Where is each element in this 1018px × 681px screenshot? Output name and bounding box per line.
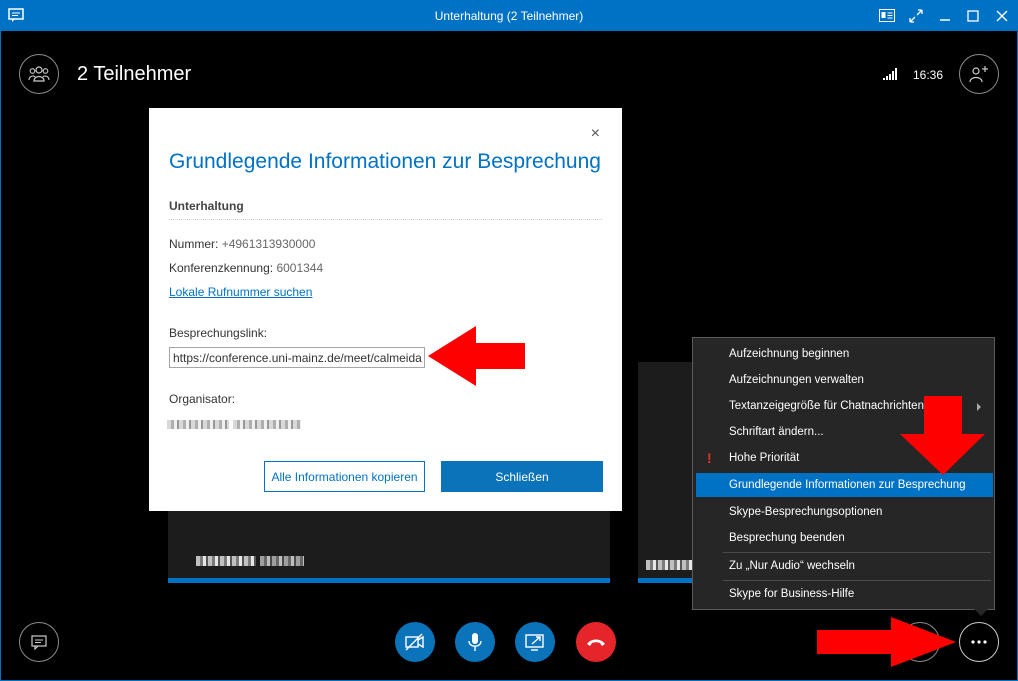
menu-separator: [723, 552, 991, 553]
video-tile-participant-2[interactable]: [638, 362, 694, 583]
menu-item-label: Schriftart ändern...: [729, 426, 824, 438]
menu-item-label: Skype-Besprechungsoptionen: [729, 506, 883, 518]
phone-number-value: +4961313930000: [221, 237, 316, 251]
minimize-button[interactable]: [930, 0, 960, 31]
contact-card-button[interactable]: [872, 0, 902, 31]
meeting-link-field[interactable]: https://conference.uni-mainz.de/meet/cal…: [169, 347, 425, 368]
add-people-icon: [969, 66, 988, 83]
blurred-name-2: [260, 556, 304, 566]
hang-up-icon: [587, 639, 605, 646]
phone-number-row: Nummer: +4961313930000: [169, 237, 315, 251]
conference-id-label: Konferenzkennung:: [169, 261, 274, 275]
maximize-icon: [967, 9, 979, 22]
menu-item-audio-only[interactable]: Zu „Nur Audio“ wechseln: [694, 554, 993, 578]
menu-item-start-recording[interactable]: Aufzeichnung beginnen: [694, 342, 993, 366]
window-title: Unterhaltung (2 Teilnehmer): [434, 9, 584, 23]
microphone-button[interactable]: [455, 622, 495, 662]
copy-all-info-button[interactable]: Alle Informationen kopieren: [264, 461, 425, 492]
participants-button[interactable]: [19, 54, 59, 94]
close-window-button[interactable]: [987, 0, 1017, 31]
blurred-organizer-name-2: [233, 420, 301, 429]
signal-strength-icon: [883, 68, 897, 80]
add-participants-button[interactable]: [959, 54, 999, 94]
ellipsis-icon: [971, 640, 987, 644]
blurred-name: [196, 556, 256, 566]
close-icon: [996, 10, 1008, 21]
red-arrow-down-icon: [900, 396, 985, 475]
menu-item-meeting-info[interactable]: Grundlegende Informationen zur Besprechu…: [696, 473, 993, 497]
participants-icon: [28, 66, 50, 82]
meeting-time: 16:36: [913, 68, 944, 82]
more-options-button[interactable]: [959, 622, 999, 662]
menu-separator: [723, 580, 991, 581]
menu-item-label: Besprechung beenden: [729, 532, 845, 544]
video-off-icon: [405, 633, 424, 651]
chat-button[interactable]: [19, 622, 59, 662]
meeting-info-dialog: × Grundlegende Informationen zur Besprec…: [149, 108, 622, 511]
menu-item-help[interactable]: Skype for Business-Hilfe: [694, 582, 993, 606]
menu-item-label: Aufzeichnungen verwalten: [729, 374, 864, 386]
share-screen-button[interactable]: [515, 622, 555, 662]
microphone-icon: [468, 633, 482, 651]
contact-card-icon: [879, 9, 895, 22]
menu-item-meeting-options[interactable]: Skype-Besprechungsoptionen: [694, 500, 993, 524]
section-title: Unterhaltung: [169, 199, 244, 213]
menu-item-label: Zu „Nur Audio“ wechseln: [729, 560, 855, 572]
title-bar: Unterhaltung (2 Teilnehmer): [0, 0, 1018, 31]
conference-id-row: Konferenzkennung: 6001344: [169, 261, 323, 275]
blurred-organizer-name: [167, 420, 229, 429]
exclamation-icon: !: [707, 450, 712, 466]
red-arrow-left-icon: [428, 326, 525, 386]
local-number-link[interactable]: Lokale Rufnummer suchen: [169, 285, 312, 299]
menu-item-end-meeting[interactable]: Besprechung beenden: [694, 526, 993, 550]
menu-pointer: [974, 609, 988, 616]
menu-item-manage-recordings[interactable]: Aufzeichnungen verwalten: [694, 368, 993, 392]
expand-icon: [909, 8, 923, 23]
share-screen-icon: [525, 634, 544, 651]
chat-icon: [31, 635, 47, 650]
menu-item-label: Skype for Business-Hilfe: [729, 588, 855, 600]
hang-up-button[interactable]: [576, 622, 616, 662]
speaking-indicator-bar: [638, 578, 694, 583]
dialog-title: Grundlegende Informationen zur Besprechu…: [169, 150, 601, 173]
close-dialog-button[interactable]: Schließen: [441, 461, 603, 492]
maximize-button[interactable]: [958, 0, 988, 31]
red-arrow-right-icon: [817, 617, 956, 667]
dialog-close-icon[interactable]: ×: [591, 125, 600, 143]
phone-number-label: Nummer:: [169, 237, 219, 251]
menu-item-label: Aufzeichnung beginnen: [729, 348, 850, 360]
menu-item-label: Grundlegende Informationen zur Besprechu…: [729, 479, 966, 491]
blurred-name: [646, 560, 692, 570]
section-divider: [169, 219, 602, 220]
organizer-label: Organisator:: [169, 392, 236, 406]
menu-item-label: Textanzeigegröße für Chatnachrichten: [729, 400, 924, 412]
minimize-icon: [940, 18, 950, 21]
menu-item-label: Hohe Priorität: [729, 452, 800, 464]
video-toggle-button[interactable]: [395, 622, 435, 662]
conference-id-value: 6001344: [276, 261, 324, 275]
window-border-left: [0, 31, 1, 681]
participants-count-label: 2 Teilnehmer: [77, 63, 192, 85]
speaking-indicator-bar: [168, 578, 610, 583]
meeting-link-label: Besprechungslink:: [169, 326, 268, 340]
fullscreen-button[interactable]: [901, 0, 931, 31]
